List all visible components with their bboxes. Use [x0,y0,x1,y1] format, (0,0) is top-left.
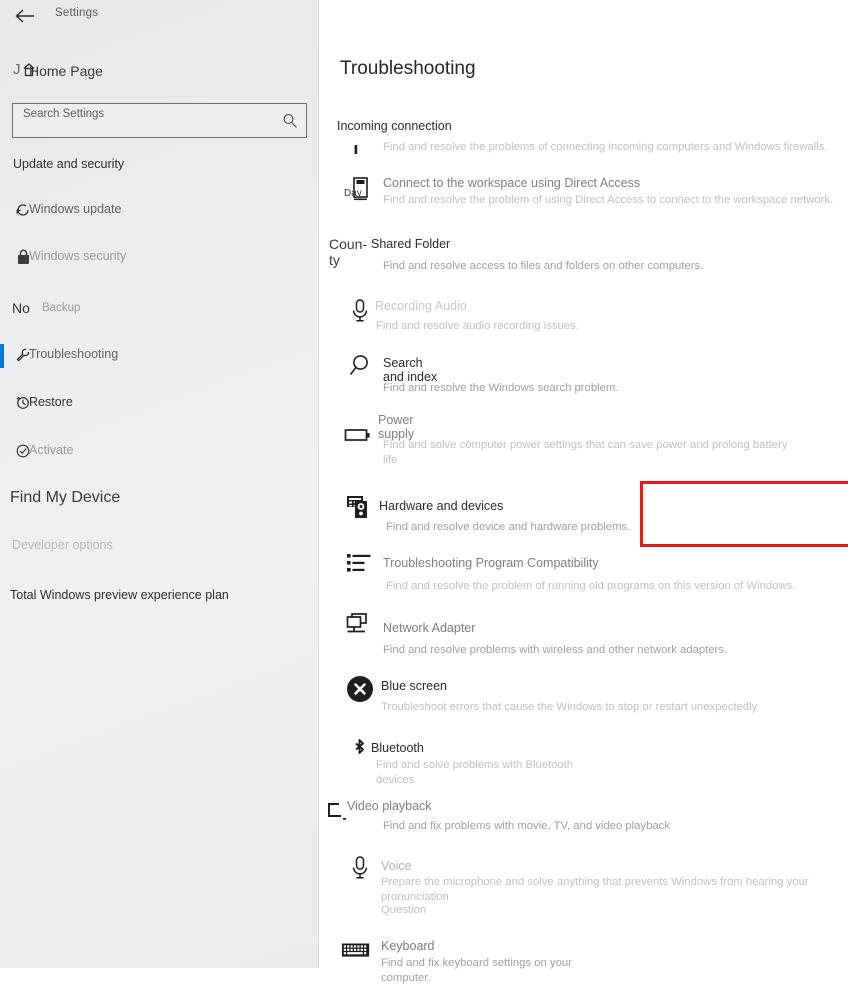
list-icon [345,552,375,582]
keyboard-icon [341,936,371,966]
item-desc: Find and fix keyboard settings on your c… [381,957,572,984]
main-content: Troubleshooting Incoming connection Find… [319,0,848,985]
item-desc: Find and resolve problems with wireless … [383,644,728,656]
item-title: Recording Audio [375,299,467,313]
item-desc: Find and resolve the problem of using Di… [383,194,834,206]
battery-icon [343,420,373,450]
search-input[interactable]: Search Settings [12,103,307,138]
item-desc: Find and solve computer power settings t… [383,439,788,466]
sidebar-item-troubleshooting[interactable]: Troubleshooting [0,342,319,370]
item-desc: Find and resolve the problems of connect… [383,141,828,153]
sidebar-item-label: Troubleshooting [29,347,119,361]
item-title: Search and index [383,356,438,384]
sidebar-item-backup[interactable]: Backup [0,294,319,322]
find-my-device-header: Find My Device [10,489,121,506]
sidebar-item-windows-update[interactable]: Windows update [0,197,319,225]
magnifier-icon [345,352,375,382]
title-bar: Settings [0,0,319,30]
settings-window: Settings J Home Page Search Settings Upd… [0,0,848,985]
item-extra: Question [381,904,427,916]
item-title: Hardware and devices [379,499,504,513]
hardware-icon [345,494,375,524]
item-desc: Find and solve problems with Bluetooth d… [376,759,574,786]
item-desc: Find and resolve device and hardware pro… [386,521,631,533]
item-desc: Find and resolve the Windows search prob… [383,382,619,394]
sidebar-item-label: Windows security [29,249,127,263]
highlight-box [640,481,848,547]
sidebar-item-label: Restore [29,395,73,409]
sidebar-item-label: Activate [29,443,74,457]
sidebar-item-windows-security[interactable]: Windows security [0,244,319,272]
connection-icon [341,136,371,166]
network-icon [345,612,375,642]
microphone-icon [345,854,375,884]
item-desc: Find and fix problems with movie, TV, an… [383,820,670,832]
item-title: Network Adapter [383,621,476,635]
item-title: Troubleshooting Program Compatibility [383,556,599,570]
sidebar-item-label: Backup [42,302,81,314]
item-title: Blue screen [381,679,448,693]
sidebar-item-restore[interactable]: Restore [0,390,319,418]
back-arrow-icon[interactable] [12,5,38,27]
page-title: Troubleshooting [340,58,476,79]
window-title: Settings [55,7,99,19]
search-placeholder: Search Settings [23,108,105,120]
selection-indicator [0,344,4,368]
item-desc: Find and resolve access to files and fol… [383,260,704,272]
item-title: Voice [381,859,412,873]
county-artifact-label: Coun-ty [329,236,368,268]
item-desc: Troubleshoot errors that cause the Windo… [381,701,758,713]
item-desc: Find and resolve the problem of running … [386,580,796,592]
preview-plan-link[interactable]: Total Windows preview experience plan [10,588,229,602]
ghost-j-artifact: J [13,61,21,78]
error-circle-icon [345,674,375,704]
sidebar: Settings J Home Page Search Settings Upd… [0,0,319,968]
item-title: Connect to the workspace using Direct Ac… [383,176,641,190]
item-desc: Find and resolve audio recording issues. [376,320,579,332]
item-title: Keyboard [381,939,435,953]
item-desc: Prepare the microphone and solve anythin… [381,876,809,903]
microphone-icon [345,297,375,327]
item-title: Video playback [347,799,432,813]
sidebar-section-header: Update and security [13,157,125,171]
sidebar-item-activate[interactable]: Activate [0,438,319,466]
item-title: Bluetooth [371,741,424,755]
item-title: Incoming connection [337,119,452,133]
item-title: Power supply [378,413,415,441]
item-title: Shared Folder [371,237,451,251]
home-page-link[interactable]: Home Page [29,63,103,79]
search-icon[interactable] [282,113,298,129]
sidebar-item-label: Windows update [29,202,122,216]
day-artifact-label: Day [344,188,362,199]
developer-options-link[interactable]: Developer options [12,538,113,552]
